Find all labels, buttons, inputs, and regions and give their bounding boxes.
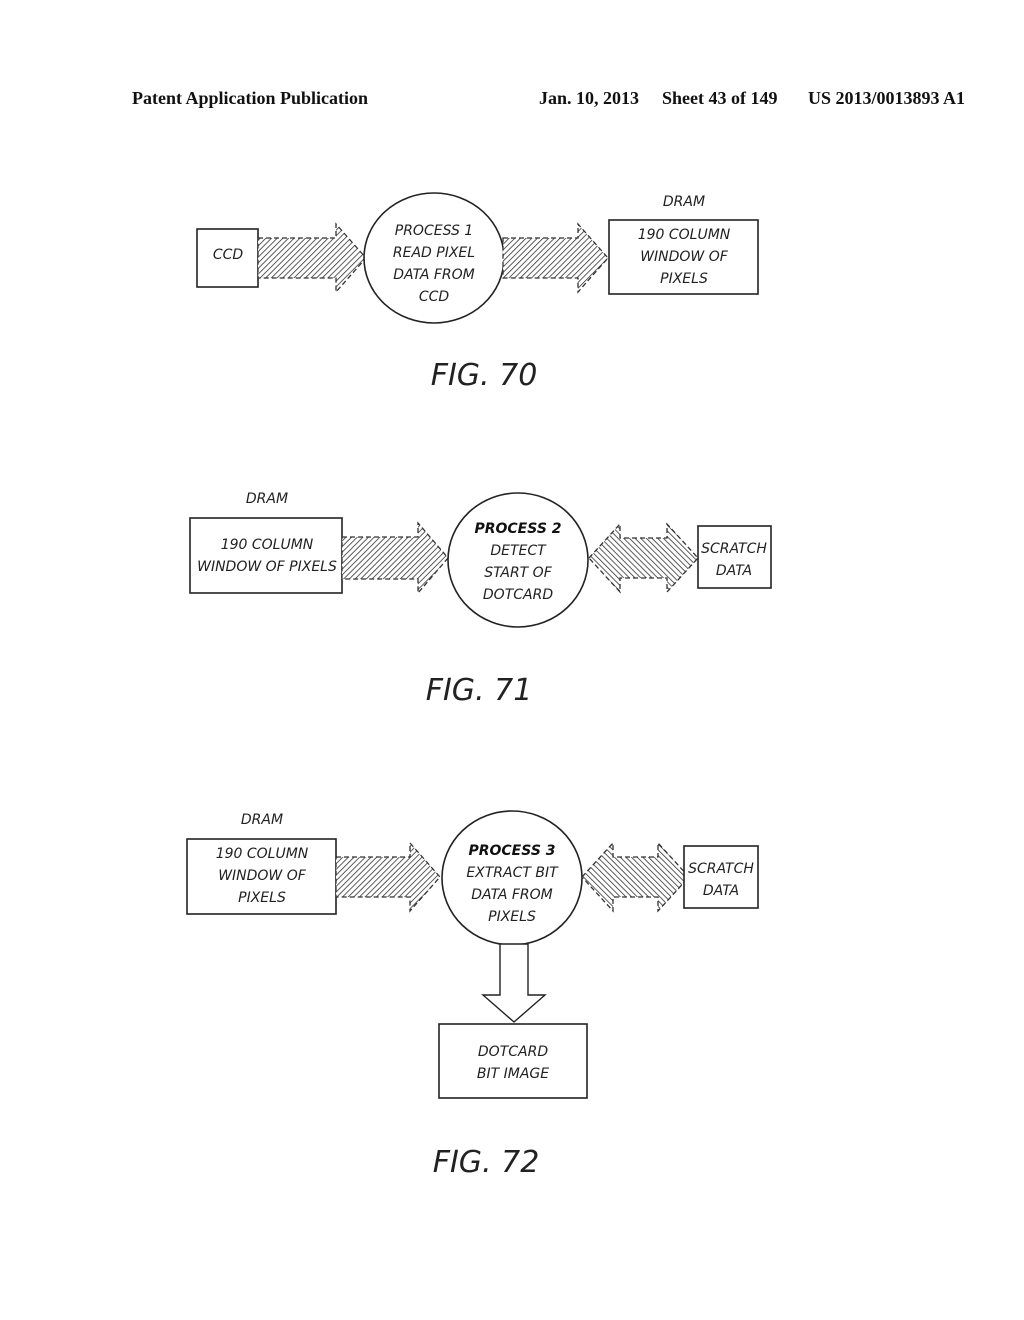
process-text: EXTRACT BIT xyxy=(466,865,559,881)
bidirectional-arrow xyxy=(588,522,699,594)
output-text: DOTCARD xyxy=(478,1044,548,1060)
dram-text: WINDOW OF PIXELS xyxy=(197,559,337,575)
process-text: DATA FROM xyxy=(393,267,475,283)
dram-label: DRAM xyxy=(663,194,705,210)
process-2-circle xyxy=(447,492,589,628)
output-text: BIT IMAGE xyxy=(477,1066,549,1082)
scratch-text: SCRATCH xyxy=(688,861,754,877)
flow-arrow xyxy=(341,521,449,595)
dram-text: PIXELS xyxy=(238,890,286,906)
process-text: DATA FROM xyxy=(471,887,553,903)
process-text: DETECT xyxy=(490,543,547,559)
dram-text: 190 COLUMN xyxy=(216,846,309,862)
dram-text: WINDOW OF xyxy=(640,249,729,265)
flow-arrow xyxy=(257,222,367,294)
process-text: PROCESS 3 xyxy=(468,843,555,859)
dram-text: PIXELS xyxy=(660,271,708,287)
scratch-text: SCRATCH xyxy=(701,541,767,557)
dotcard-bit-image-box xyxy=(438,1023,588,1099)
dram-text: WINDOW OF xyxy=(218,868,307,884)
ccd-label: CCD xyxy=(213,247,244,263)
process-text: PROCESS 1 xyxy=(395,223,473,239)
process-text: DOTCARD xyxy=(483,587,553,603)
down-arrow xyxy=(481,943,547,1023)
dram-box xyxy=(189,517,343,594)
figure-72: DRAM 190 COLUMN WINDOW OF PIXELS PROCESS… xyxy=(186,810,759,1180)
figure-caption: FIG. 71 xyxy=(426,673,533,708)
process-text: START OF xyxy=(484,565,552,581)
dram-label: DRAM xyxy=(241,812,283,828)
figures-canvas: CCD PROCESS 1 READ PIXEL DATA FROM CCD D… xyxy=(186,192,772,1180)
process-text: PROCESS 2 xyxy=(474,521,561,537)
dram-text: 190 COLUMN xyxy=(638,227,731,243)
dram-label: DRAM xyxy=(246,491,288,507)
figure-caption: FIG. 70 xyxy=(431,358,538,393)
process-text: CCD xyxy=(419,289,450,305)
bidirectional-arrow xyxy=(581,841,690,913)
process-text: PIXELS xyxy=(488,909,536,925)
figure-71: DRAM 190 COLUMN WINDOW OF PIXELS PROCESS… xyxy=(189,491,772,708)
process-text: READ PIXEL xyxy=(393,245,475,261)
scratch-text: DATA xyxy=(703,883,739,899)
figure-70: CCD PROCESS 1 READ PIXEL DATA FROM CCD D… xyxy=(196,192,759,393)
dram-text: 190 COLUMN xyxy=(221,537,314,553)
scratch-text: DATA xyxy=(716,563,752,579)
flow-arrow xyxy=(335,841,441,913)
flow-arrow xyxy=(502,222,609,294)
figure-caption: FIG. 72 xyxy=(433,1145,540,1180)
